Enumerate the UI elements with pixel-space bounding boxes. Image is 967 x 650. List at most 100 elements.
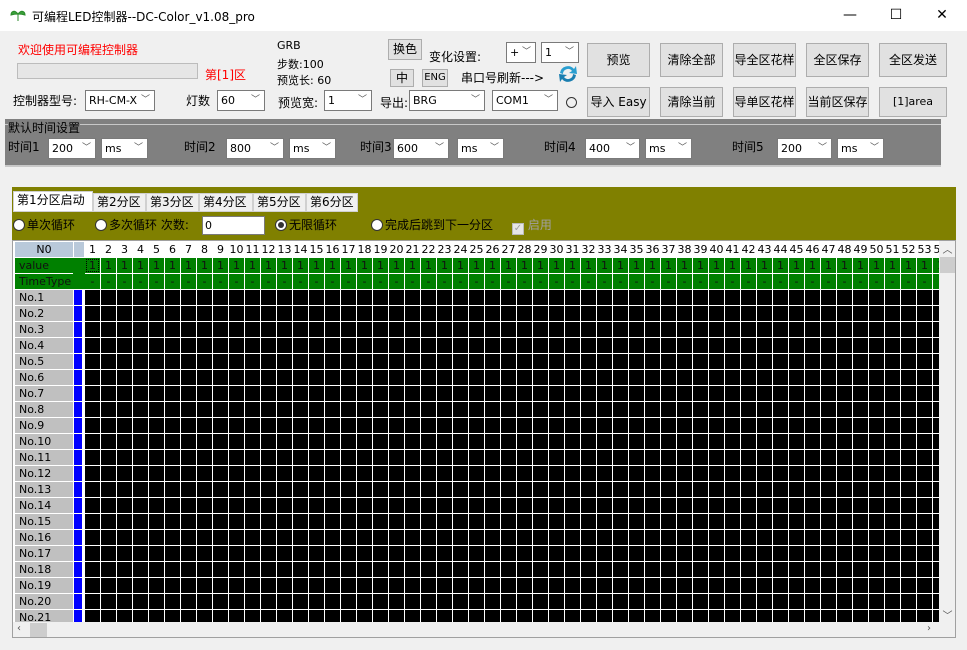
timetype-cell[interactable]: - [869,274,884,289]
led-cell[interactable] [629,370,644,385]
led-cell[interactable] [517,322,532,337]
led-cell[interactable] [453,466,468,481]
change-sign-select[interactable]: + ﹀ [506,42,536,63]
led-cell[interactable] [357,594,372,609]
led-cell[interactable] [869,594,884,609]
led-cell[interactable] [901,482,916,497]
led-cell[interactable] [101,514,116,529]
led-cell[interactable] [597,466,612,481]
led-cell[interactable] [357,482,372,497]
led-cell[interactable] [693,418,708,433]
led-cell[interactable] [325,562,340,577]
led-cell[interactable] [677,578,692,593]
led-cell[interactable] [517,530,532,545]
led-cell[interactable] [869,370,884,385]
scroll-right-icon[interactable]: › [927,623,931,634]
led-cell[interactable] [325,578,340,593]
timetype-cell[interactable]: - [693,274,708,289]
led-cell[interactable] [613,434,628,449]
led-cell[interactable] [917,402,932,417]
led-cell[interactable] [565,434,580,449]
led-cell[interactable] [85,482,100,497]
led-cell[interactable] [405,514,420,529]
led-cell[interactable] [437,418,452,433]
led-cell[interactable] [869,450,884,465]
led-cell[interactable] [389,498,404,513]
led-cell[interactable] [245,530,260,545]
led-cell[interactable] [805,546,820,561]
led-cell[interactable] [565,530,580,545]
led-cell[interactable] [117,306,132,321]
led-cell[interactable] [501,546,516,561]
timetype-cell[interactable]: - [565,274,580,289]
led-cell[interactable] [565,354,580,369]
led-cell[interactable] [533,450,548,465]
led-cell[interactable] [501,354,516,369]
led-cell[interactable] [245,306,260,321]
led-cell[interactable] [501,482,516,497]
led-cell[interactable] [309,578,324,593]
led-cell[interactable] [853,546,868,561]
led-cell[interactable] [133,402,148,417]
led-cell[interactable] [405,562,420,577]
led-cell[interactable] [293,530,308,545]
led-cell[interactable] [293,322,308,337]
led-cell[interactable] [181,290,196,305]
led-cell[interactable] [917,386,932,401]
led-cell[interactable] [741,530,756,545]
led-cell[interactable] [373,434,388,449]
led-cell[interactable] [869,578,884,593]
led-cell[interactable] [277,562,292,577]
timetype-cell[interactable]: - [789,274,804,289]
led-cell[interactable] [213,594,228,609]
led-cell[interactable] [869,418,884,433]
led-cell[interactable] [469,578,484,593]
value-cell[interactable]: 1 [821,258,836,273]
value-cell[interactable]: 1 [581,258,596,273]
led-cell[interactable] [437,530,452,545]
led-cell[interactable] [901,338,916,353]
led-cell[interactable] [277,514,292,529]
clear-all-button[interactable]: 清除全部 [660,43,723,77]
led-cell[interactable] [85,546,100,561]
led-cell[interactable] [485,418,500,433]
led-cell[interactable] [453,498,468,513]
led-cell[interactable] [293,578,308,593]
led-cell[interactable] [85,594,100,609]
led-cell[interactable] [373,354,388,369]
led-cell[interactable] [293,338,308,353]
led-cell[interactable] [517,450,532,465]
led-cell[interactable] [277,546,292,561]
led-cell[interactable] [661,498,676,513]
led-cell[interactable] [389,418,404,433]
led-cell[interactable] [629,514,644,529]
led-cell[interactable] [261,338,276,353]
led-cell[interactable] [245,450,260,465]
led-cell[interactable] [309,594,324,609]
led-cell[interactable] [85,290,100,305]
led-cell[interactable] [197,322,212,337]
value-cell[interactable]: 1 [917,258,932,273]
led-cell[interactable] [789,530,804,545]
model-select[interactable]: RH-CM-X ﹀ [85,90,155,111]
led-cell[interactable] [85,418,100,433]
led-cell[interactable] [469,434,484,449]
led-cell[interactable] [277,466,292,481]
led-cell[interactable] [677,450,692,465]
led-cell[interactable] [213,578,228,593]
led-cell[interactable] [229,338,244,353]
led-cell[interactable] [661,562,676,577]
led-cell[interactable] [421,370,436,385]
led-cell[interactable] [629,290,644,305]
led-cell[interactable] [757,530,772,545]
led-cell[interactable] [885,594,900,609]
led-cell[interactable] [917,354,932,369]
led-cell[interactable] [149,402,164,417]
timetype-cell[interactable]: - [245,274,260,289]
led-cell[interactable] [101,530,116,545]
led-cell[interactable] [245,290,260,305]
led-cell[interactable] [485,498,500,513]
led-cell[interactable] [677,546,692,561]
led-cell[interactable] [613,514,628,529]
led-cell[interactable] [485,482,500,497]
